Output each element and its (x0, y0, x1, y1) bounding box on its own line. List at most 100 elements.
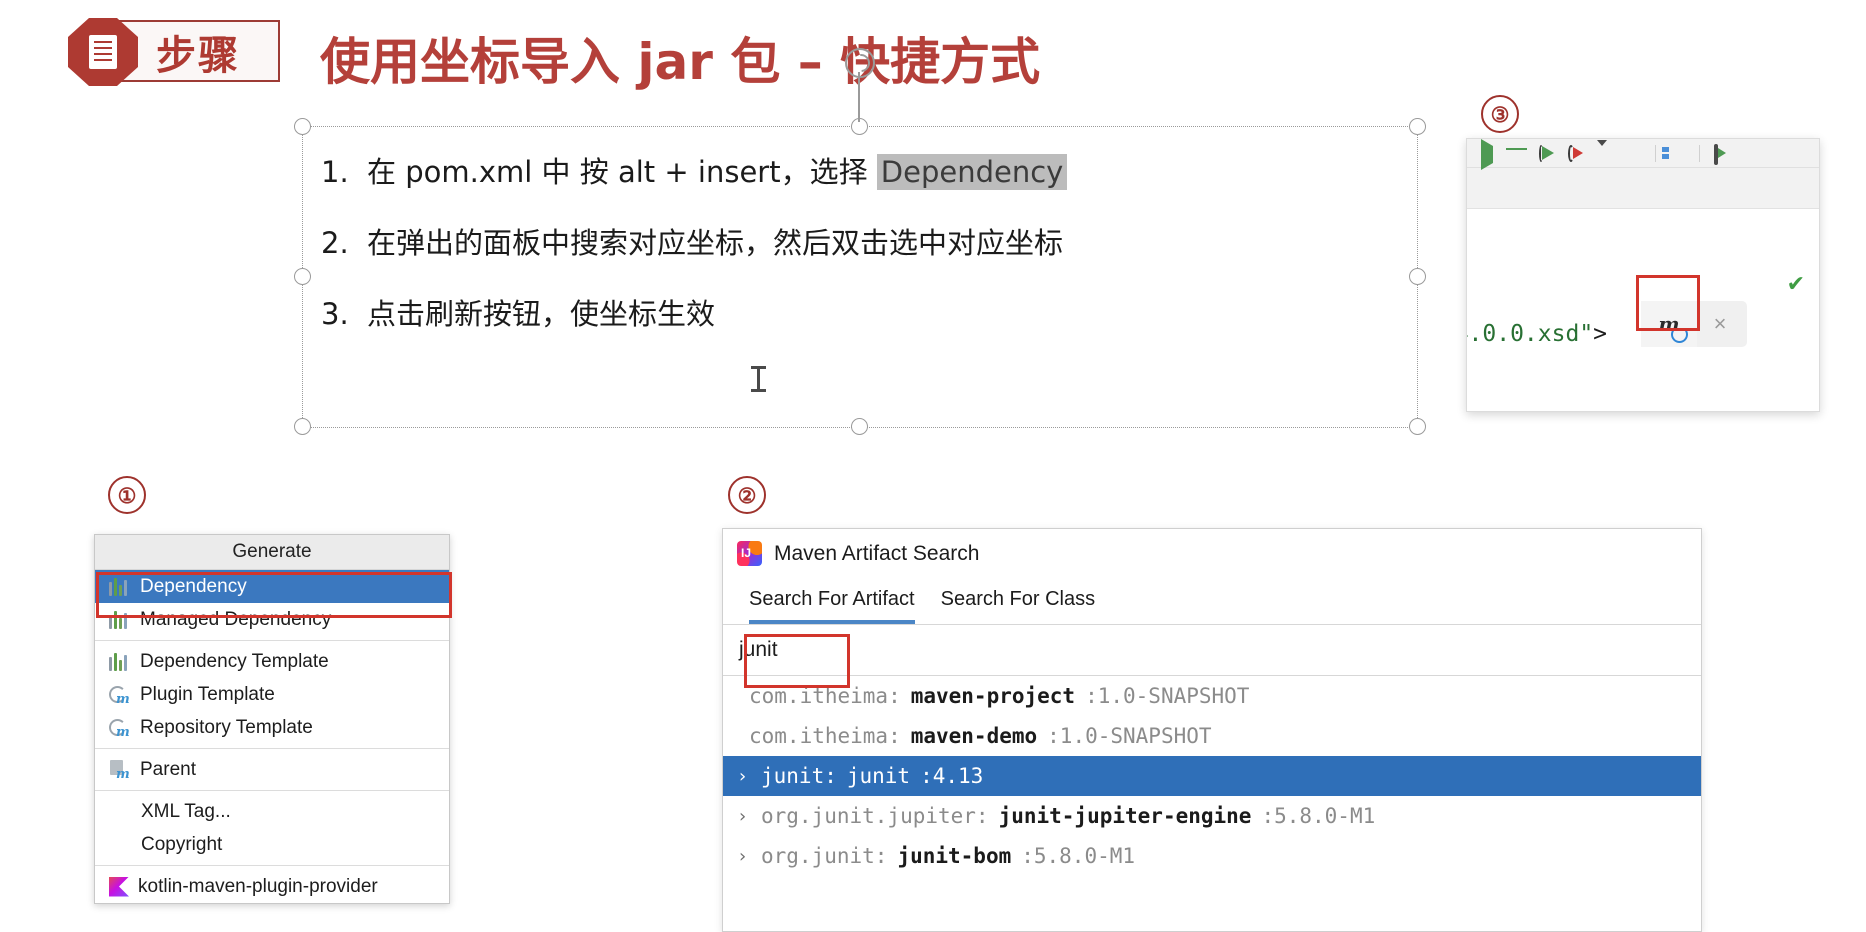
steps-textbox[interactable]: 1. 在 pom.xml 中 按 alt + insert，选择 Dependen… (302, 126, 1418, 428)
menu-item-label: kotlin-maven-plugin-provider (138, 875, 378, 897)
marker-one: ① (108, 476, 146, 514)
menu-item-xml-tag[interactable]: XML Tag... (95, 795, 449, 828)
step-line-3: 3. 点击刷新按钮，使坐标生效 (321, 297, 716, 331)
chevron-right-icon[interactable]: › (737, 766, 751, 787)
result-group: com.itheima: (749, 684, 901, 708)
menu-item-label: Repository Template (140, 716, 313, 738)
menu-item-label: XML Tag... (141, 800, 231, 822)
menu-item-parent[interactable]: Parent (95, 753, 449, 786)
resize-handle-bottom-left[interactable] (294, 418, 311, 435)
maven-reload-popup[interactable]: m × (1641, 301, 1747, 347)
run-with-coverage-icon[interactable] (1539, 144, 1554, 162)
maven-plugin-icon (107, 684, 131, 707)
menu-item-label: Dependency (140, 575, 247, 597)
result-row[interactable]: com.itheima: maven-demo:1.0-SNAPSHOT (723, 716, 1701, 756)
resize-handle-top-right[interactable] (1409, 118, 1426, 135)
dropdown-caret-icon[interactable] (1597, 139, 1612, 163)
maven-plugin-icon (107, 717, 131, 740)
marker-two: ② (728, 476, 766, 514)
result-artifact: junit-jupiter-engine (998, 804, 1252, 828)
dependency-bars-icon (107, 651, 131, 673)
resize-handle-bottom-center[interactable] (851, 418, 868, 435)
document-icon (68, 18, 138, 86)
intellij-idea-icon (737, 541, 762, 566)
menu-item-label: Parent (140, 758, 196, 780)
ide-breadcrumb-strip (1467, 168, 1819, 209)
menu-separator (95, 748, 449, 749)
toolbar-divider (1699, 144, 1700, 162)
maven-reload-icon[interactable]: m (1641, 301, 1697, 347)
page-title: 使用坐标导入 jar 包 – 快捷方式 (320, 33, 1041, 91)
result-group: org.junit: (761, 844, 888, 868)
chevron-right-icon[interactable]: › (737, 846, 751, 867)
rotation-stem (858, 72, 860, 122)
step-line-2: 2. 在弹出的面板中搜索对应坐标，然后双击选中对应坐标 (321, 226, 1064, 260)
menu-item-label: Managed Dependency (140, 608, 332, 630)
refresh-arrow-icon (1671, 326, 1688, 343)
result-version: :4.13 (920, 764, 984, 788)
close-icon[interactable]: × (1697, 311, 1743, 337)
menu-item-label: Plugin Template (140, 683, 275, 705)
tab-search-for-class[interactable]: Search For Class (941, 588, 1096, 624)
menu-item-dependency-template[interactable]: Dependency Template (95, 645, 449, 678)
generate-menu[interactable]: Generate Dependency Managed Dependency D… (94, 534, 450, 904)
result-artifact: junit-bom (897, 844, 1012, 868)
generate-menu-title: Generate (95, 535, 449, 570)
menu-item-managed-dependency[interactable]: Managed Dependency (95, 603, 449, 636)
debug-icon[interactable] (1510, 146, 1525, 161)
chevron-right-icon[interactable]: › (737, 806, 751, 827)
result-row[interactable]: com.itheima: maven-project:1.0-SNAPSHOT (723, 676, 1701, 716)
slide-canvas: 步骤 使用坐标导入 jar 包 – 快捷方式 1. 在 pom.xml 中 按 a… (0, 0, 1866, 932)
dialog-title: Maven Artifact Search (774, 541, 980, 565)
menu-separator (95, 790, 449, 791)
ide-toolbar[interactable] (1467, 139, 1819, 170)
menu-item-copyright[interactable]: Copyright (95, 828, 449, 861)
step-line-1: 1. 在 pom.xml 中 按 alt + insert，选择 Dependen… (321, 149, 1068, 191)
dialog-header: Maven Artifact Search (723, 529, 1701, 566)
result-row-selected[interactable]: › junit: junit :4.13 (723, 756, 1701, 796)
dependency-bars-icon (107, 609, 131, 631)
dependency-bars-icon (107, 576, 131, 598)
rotation-handle[interactable] (845, 48, 875, 78)
stop-icon[interactable] (1626, 146, 1641, 161)
search-results-list[interactable]: com.itheima: maven-project:1.0-SNAPSHOT c… (723, 676, 1701, 876)
result-artifact: maven-project (910, 684, 1076, 708)
resize-handle-bottom-right[interactable] (1409, 418, 1426, 435)
tab-search-for-artifact[interactable]: Search For Artifact (749, 588, 915, 624)
kotlin-icon (109, 876, 129, 897)
menu-item-plugin-template[interactable]: Plugin Template (95, 678, 449, 711)
menu-item-repository-template[interactable]: Repository Template (95, 711, 449, 744)
xml-code-text: n-4.0.0.xsd"> (1467, 321, 1608, 347)
ide-screenshot-panel: ✔ n-4.0.0.xsd"> m × (1466, 138, 1820, 412)
result-group: org.junit.jupiter: (761, 804, 989, 828)
resize-handle-middle-right[interactable] (1409, 268, 1426, 285)
result-row[interactable]: › org.junit: junit-bom:5.8.0-M1 (723, 836, 1701, 876)
result-group: com.itheima: (749, 724, 901, 748)
menu-item-kotlin-maven-plugin-provider[interactable]: kotlin-maven-plugin-provider (95, 870, 449, 903)
toolbar-divider (1655, 144, 1656, 162)
result-group: junit: (761, 764, 837, 788)
marker-three: ③ (1481, 95, 1519, 133)
resize-handle-top-center[interactable] (851, 118, 868, 135)
result-version: :5.8.0-M1 (1261, 804, 1376, 828)
maven-artifact-search-dialog[interactable]: Maven Artifact Search Search For Artifac… (722, 528, 1702, 932)
maven-parent-icon (107, 759, 131, 782)
menu-separator (95, 865, 449, 866)
search-input[interactable]: junit (723, 624, 1701, 676)
menu-separator (95, 640, 449, 641)
ide-editor-body: ✔ n-4.0.0.xsd"> m × (1467, 209, 1819, 409)
result-row[interactable]: › org.junit.jupiter: junit-jupiter-engine:… (723, 796, 1701, 836)
resize-handle-top-left[interactable] (294, 118, 311, 135)
inspection-ok-icon: ✔ (1786, 271, 1805, 296)
dependency-highlight: Dependency (876, 154, 1068, 190)
profile-icon[interactable] (1568, 144, 1583, 162)
run-icon[interactable] (1481, 139, 1496, 170)
layout-icon[interactable] (1670, 146, 1685, 161)
resize-handle-middle-left[interactable] (294, 268, 311, 285)
badge-label: 步骤 (156, 33, 240, 79)
result-artifact: maven-demo (910, 724, 1038, 748)
preview-icon[interactable] (1714, 143, 1729, 165)
dialog-tabs[interactable]: Search For Artifact Search For Class (723, 566, 1701, 624)
result-artifact: junit (846, 764, 911, 788)
menu-item-dependency[interactable]: Dependency (95, 570, 449, 603)
